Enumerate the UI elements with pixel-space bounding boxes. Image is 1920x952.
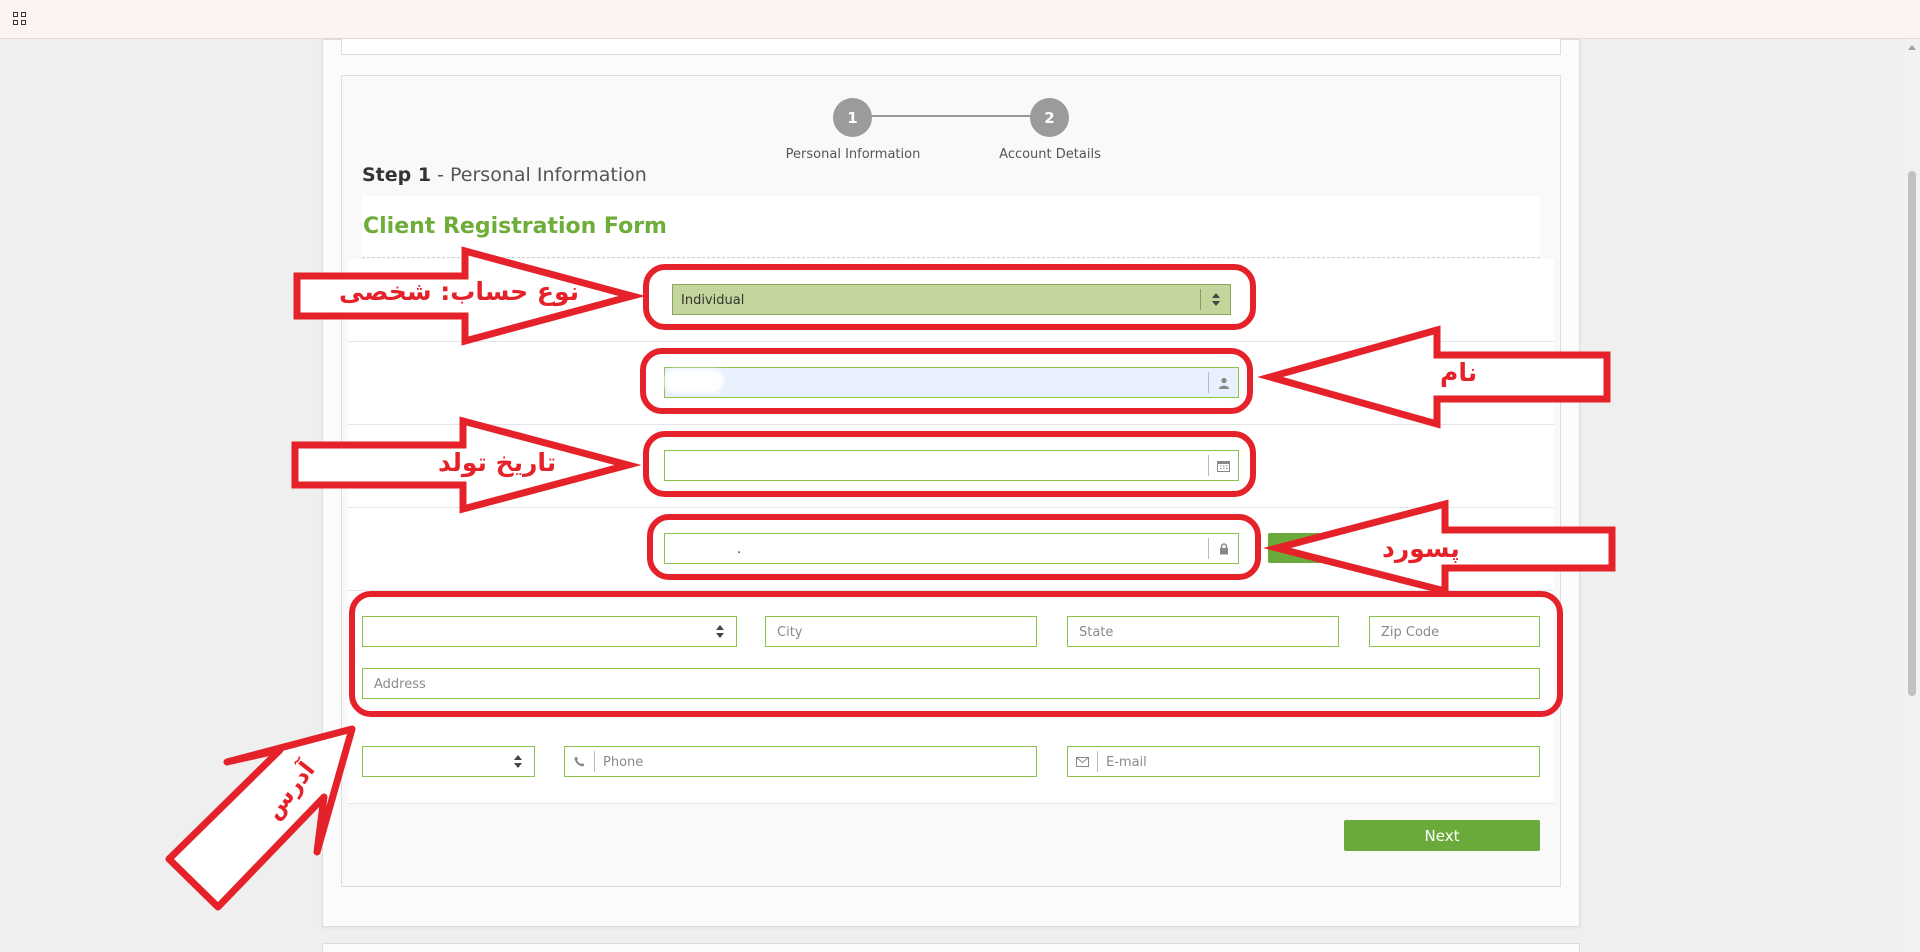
step-1-label: Personal Information: [785, 147, 921, 162]
email-placeholder: E-mail: [1106, 755, 1147, 770]
highlight-password: [647, 514, 1261, 580]
annotation-birthdate: تاریخ تولد: [438, 448, 557, 477]
step-number: Step 1: [362, 164, 432, 186]
step-heading: Step 1 - Personal Information: [362, 164, 647, 186]
annotation-password: پسورد: [1382, 534, 1460, 563]
next-button[interactable]: Next: [1344, 820, 1540, 851]
step-subtitle: - Personal Information: [431, 164, 647, 186]
phone-placeholder: Phone: [603, 755, 644, 770]
phone-input[interactable]: Phone: [564, 746, 1037, 777]
phone-icon: [565, 751, 595, 772]
scroll-up-icon[interactable]: [1908, 45, 1916, 50]
annotation-address: آدرس: [260, 757, 321, 825]
previous-card: [341, 39, 1561, 55]
show-password-button[interactable]: Show Password: [1268, 533, 1377, 563]
annotation-name: نام: [1440, 358, 1478, 387]
step-2-label: Account Details: [999, 147, 1101, 162]
scrollbar-thumb[interactable]: [1908, 171, 1916, 696]
step-2-circle[interactable]: 2: [1030, 98, 1069, 137]
step-1-circle[interactable]: 1: [833, 98, 872, 137]
select-arrows-icon: [514, 755, 522, 769]
page-scrollbar[interactable]: [1903, 39, 1920, 952]
highlight-account-type: [643, 264, 1256, 330]
country-code-select[interactable]: [362, 746, 535, 777]
annotation-account-type: نوع حساب: شخصی: [339, 277, 580, 306]
form-title: Client Registration Form: [363, 214, 667, 239]
stepper-connector: [870, 115, 1040, 117]
highlight-name: [640, 348, 1253, 414]
next-card: [322, 943, 1580, 952]
highlight-birthdate: [643, 431, 1256, 497]
browser-toolbar: [0, 0, 1920, 39]
highlight-address: [349, 591, 1563, 717]
email-input[interactable]: E-mail: [1067, 746, 1540, 777]
apps-grid-icon[interactable]: [13, 12, 27, 26]
envelope-icon: [1068, 751, 1098, 772]
